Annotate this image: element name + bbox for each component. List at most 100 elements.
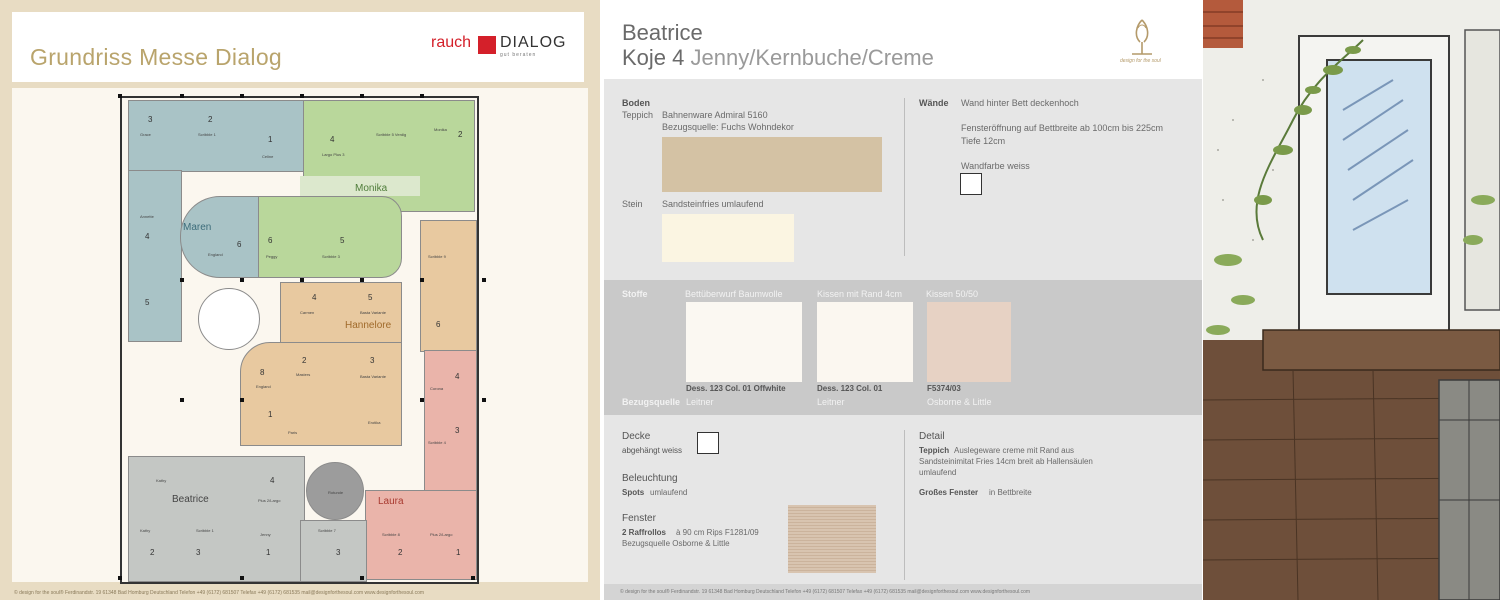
hall-post (180, 278, 184, 282)
room-maren-curve (180, 196, 262, 278)
rauch-logo-text: rauch (431, 34, 472, 51)
small-label: Basta Variante (360, 310, 386, 315)
hall-post (240, 94, 244, 98)
small-label: Erotika (368, 420, 381, 425)
stoff-title-2: Kissen mit Rand 4cm (817, 289, 903, 299)
room-annette-block (128, 170, 182, 342)
hall-post (420, 94, 424, 98)
small-label: Scribble 8 (382, 532, 400, 537)
fabric-swatch-1 (686, 302, 802, 382)
beleuchtung-bold: Spots (622, 488, 645, 497)
small-label: Jenny (260, 532, 271, 537)
stein-label: Stein (622, 199, 643, 209)
detail-fenster-bold: Großes Fenster (919, 488, 979, 497)
small-label: Scribble 7 (318, 528, 336, 533)
spec-subtitle: Koje 4 Jenny/Kernbuche/Creme (622, 45, 934, 71)
room-label-laura: Laura (378, 496, 404, 507)
dialog-logo-tagline: gut beraten (500, 52, 537, 58)
spec-variant: Jenny/Kernbuche/Creme (690, 45, 934, 70)
small-label: Annette (140, 214, 154, 219)
hall-post (360, 94, 364, 98)
rotunde-label: Rotunde (328, 490, 344, 495)
room-number: 4 (312, 293, 317, 302)
column-divider (904, 430, 905, 580)
hall-post (360, 576, 364, 580)
small-label: Monika (434, 127, 447, 132)
room-label-monika: Monika (355, 183, 388, 194)
spec-name: Beatrice (622, 20, 703, 45)
fenster-bold: 2 Raffrollos (622, 528, 667, 537)
detail-teppich-value3: umlaufend (919, 468, 957, 477)
room-monika-center (258, 196, 402, 278)
room-number: 4 (145, 232, 150, 241)
stoffe-bezug-label: Bezugsquelle (622, 397, 681, 407)
small-label: Plus 2/Largo (430, 532, 453, 537)
stoffe-heading: Stoffe (622, 289, 648, 299)
beleuchtung-heading: Beleuchtung (622, 473, 678, 484)
hall-post (482, 278, 486, 282)
hall-post (482, 398, 486, 402)
stoff-source-1: Leitner (686, 397, 714, 407)
room-scribble9-block (420, 220, 477, 352)
room-number: 5 (340, 236, 345, 245)
hall-post (300, 94, 304, 98)
fenster-value: à 90 cm Rips F1281/09 (676, 528, 759, 537)
brand-tagline: design for the soul (1120, 58, 1161, 64)
detail-teppich-value2: Sandsteinimitat Fries 14cm breit ab Hall… (919, 457, 1093, 466)
small-label: Grace (140, 132, 151, 137)
small-label: Masters (296, 372, 311, 377)
small-label: Scribble 5 Verdig (376, 132, 407, 137)
small-label: Peggy (266, 254, 278, 259)
detail-heading: Detail (919, 431, 945, 442)
hall-post (240, 576, 244, 580)
room-label-beatrice: Beatrice (172, 494, 209, 505)
small-label: Kathy (140, 528, 151, 533)
fabric-swatch-3 (927, 302, 1011, 382)
room-sketch-illustration (1203, 0, 1500, 600)
room-number: 5 (368, 293, 373, 302)
room-number: 2 (458, 130, 463, 139)
small-label: Scribble 3 (322, 254, 340, 259)
small-label: England (208, 252, 223, 257)
stoff-code-2: Dess. 123 Col. 01 (817, 384, 883, 393)
floorplan-title: Grundriss Messe Dialog (30, 44, 283, 70)
room-number: 2 (398, 548, 403, 557)
teppich-bezug: Bezugsquelle: Fuchs Wohndekor (662, 122, 794, 132)
room-number: 6 (237, 240, 242, 249)
small-label: Scribble 9 (428, 254, 446, 259)
room-number: 3 (148, 115, 153, 124)
small-label: Scribble 1 (198, 132, 216, 137)
spec-koje: Koje 4 (622, 45, 685, 70)
waende-line1: Wand hinter Bett deckenhoch (961, 98, 1079, 108)
small-label: England (256, 384, 271, 389)
hall-post (118, 94, 122, 98)
stoff-code-1: Dess. 123 Col. 01 Offwhite (686, 384, 786, 393)
room-number: 2 (208, 115, 213, 124)
teppich-label: Teppich (622, 110, 654, 120)
room-number: 1 (268, 410, 273, 419)
hall-post (118, 576, 122, 580)
waende-heading: Wände (919, 98, 949, 108)
small-label: Corona (430, 386, 444, 391)
hall-post (240, 278, 244, 282)
rauch-logo-icon (478, 36, 496, 54)
small-label: Kathy (156, 478, 167, 483)
staircase-icon (198, 288, 260, 350)
decke-heading: Decke (622, 431, 651, 442)
hall-post (360, 278, 364, 282)
small-label: Basta Variante (360, 374, 386, 379)
sandstone-swatch (662, 214, 794, 262)
room-sketch-panel (1203, 0, 1500, 600)
stoff-source-3: Osborne & Little (927, 397, 992, 407)
stein-value: Sandsteinfries umlaufend (662, 199, 764, 209)
room-number: 4 (330, 135, 335, 144)
room-number: 4 (455, 372, 460, 381)
room-beatrice-block (128, 456, 305, 582)
teppich-value: Bahnenware Admiral 5160 (662, 110, 768, 120)
decke-value: abgehängt weiss (622, 446, 683, 455)
stoff-code-3: F5374/03 (927, 384, 961, 393)
detail-teppich-bold: Teppich (919, 446, 950, 455)
small-label: Scribble 4 (428, 440, 446, 445)
room-number: 1 (266, 548, 271, 557)
wandfarbe-swatch (960, 173, 982, 195)
